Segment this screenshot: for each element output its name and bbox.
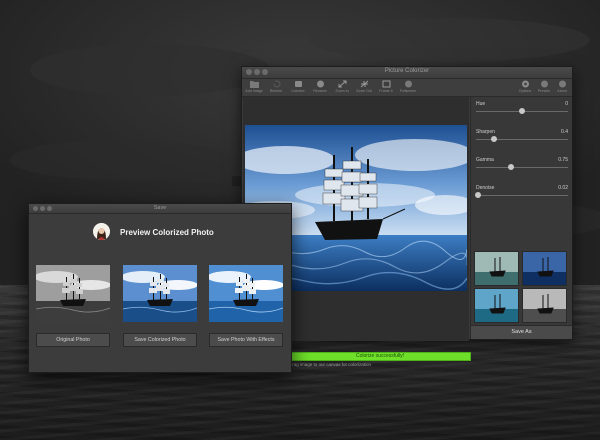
slider-knob[interactable] [474, 192, 481, 198]
toolbar-label: Zoom In [335, 89, 349, 93]
colorize-icon [294, 81, 302, 87]
zoom-in-button[interactable]: Zoom In [331, 80, 353, 93]
dialog-heading: Preview Colorized Photo [120, 228, 214, 237]
info-icon [558, 80, 566, 88]
frame-icon [382, 80, 390, 88]
rename-button[interactable]: Rename [309, 80, 331, 93]
slider-label: Gamma [476, 157, 494, 163]
toolbar-label: Add Image [245, 89, 263, 93]
save-titlebar: Save [29, 204, 291, 214]
drop-hint: Drag image to our canvas for colorizatio… [289, 362, 372, 367]
denoise-slider[interactable]: Denoise 0.02 [474, 185, 568, 199]
about-button[interactable]: About [551, 80, 573, 93]
dialog-header: Preview Colorized Photo [29, 221, 291, 243]
toolbar-label: Zoom Out [356, 89, 372, 93]
presets-icon [540, 80, 548, 88]
shrink-icon [360, 80, 368, 88]
toolbar-label: Frame It [379, 89, 393, 93]
original-photo-button[interactable]: Original Photo [36, 333, 110, 347]
colorized-photo-preview [123, 265, 197, 322]
fullscreen-icon [404, 80, 412, 88]
slider-label: Denoise [476, 185, 495, 191]
slider-value: 0 [565, 101, 568, 107]
effect-thumbnail[interactable] [522, 288, 567, 323]
sharpen-slider[interactable]: Sharpen 0.4 [476, 129, 568, 143]
expand-icon [338, 80, 346, 88]
folder-icon [249, 81, 259, 88]
status-message: Colorize successfully! [355, 353, 405, 359]
toolbar-label: About [557, 89, 567, 93]
fullscreen-button[interactable]: Fullscreen [397, 80, 419, 93]
effect-thumbnail[interactable] [474, 288, 519, 323]
avatar-icon [93, 223, 110, 240]
add-image-button[interactable]: Add Image [243, 80, 265, 93]
original-photo-preview [36, 265, 110, 322]
slider-label: Sharpen [476, 129, 495, 135]
slider-value: 0.02 [558, 185, 568, 191]
dialog-title: Save [153, 205, 167, 211]
adjustments-panel: Hue 0 Sharpen 0.4 Gamma 0.75 Denoise 0.0… [470, 97, 572, 339]
colorize-button[interactable]: Colorize [287, 80, 309, 93]
slider-knob[interactable] [507, 164, 514, 170]
slider-label: Hue [476, 101, 486, 107]
effect-thumbnail[interactable] [522, 251, 567, 286]
toolbar-label: Restore [269, 89, 283, 93]
slider-knob[interactable] [491, 136, 498, 142]
save-dialog: Save Preview Colorized Photo Original Ph… [28, 203, 292, 373]
slider-value: 0.4 [561, 129, 568, 135]
save-as-button[interactable]: Save As [471, 325, 572, 339]
window-title: Picture Colorizer [384, 68, 430, 74]
rename-icon [316, 80, 324, 88]
restore-button[interactable]: Restore [265, 80, 287, 93]
zoom-out-button[interactable]: Zoom Out [353, 80, 375, 93]
main-toolbar: Add Image Restore Colorize Rename Zoom I… [242, 79, 572, 97]
slider-track[interactable] [476, 139, 568, 140]
gear-icon [521, 80, 529, 88]
slider-track[interactable] [476, 195, 568, 196]
effects-photo-preview [209, 265, 283, 322]
main-titlebar: Picture Colorizer [242, 67, 572, 79]
gamma-slider[interactable]: Gamma 0.75 [476, 157, 568, 171]
restore-icon [273, 80, 280, 88]
toolbar-label: Colorize [291, 89, 305, 93]
effect-thumbnail[interactable] [474, 251, 519, 286]
frame-button[interactable]: Frame It [375, 80, 397, 93]
slider-value: 0.75 [558, 157, 568, 163]
save-colorized-photo-button[interactable]: Save Colorized Photo [123, 333, 197, 347]
avatar [93, 223, 110, 240]
slider-track[interactable] [476, 167, 568, 168]
hue-slider[interactable]: Hue 0 [476, 101, 568, 115]
toolbar-label: Fullscreen [399, 89, 417, 93]
status-bar: Colorize successfully! [289, 352, 471, 361]
save-photo-with-effects-button[interactable]: Save Photo With Effects [209, 333, 283, 347]
toolbar-label: Rename [313, 89, 327, 93]
slider-knob[interactable] [519, 108, 525, 114]
